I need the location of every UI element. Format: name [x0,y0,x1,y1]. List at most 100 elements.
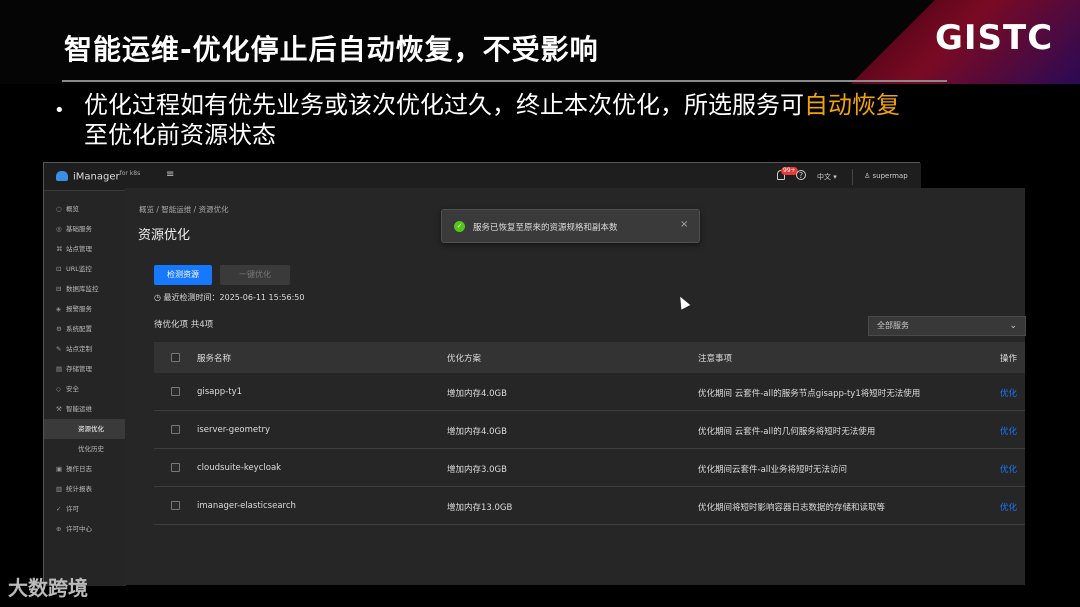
sidebar-icon: ⊡ [56,265,62,273]
pending-count: 待优化项 共4项 [154,320,214,330]
sidebar-icon: ⚒ [56,405,62,413]
sidebar-item[interactable]: ○ 概览 [44,199,126,219]
sidebar-item-label: 资源优化 [78,425,104,433]
sidebar-item[interactable]: ◈ 报警服务 [44,299,126,319]
note-cell: 优化期间云套件-all业务将短时无法访问 [698,465,848,475]
title-divider [62,80,947,82]
sidebar-item[interactable]: ⌘ 站点管理 [44,239,126,259]
sidebar-icon: ⌘ [56,245,63,253]
sidebar-item-label: 数据库监控 [66,285,99,293]
table-row: imanager-elasticsearch 增加内存13.0GB 优化期间将短时影… [154,487,1025,525]
note-cell: 优化期间 云套件-all的服务节点gisapp-ty1将短时无法使用 [698,389,921,399]
sidebar-item[interactable]: ▤ 存储管理 [44,359,126,379]
row-checkbox[interactable] [171,425,180,434]
service-name-cell: imanager-elasticsearch [197,501,296,511]
optimize-link[interactable]: 优化 [1000,463,1017,475]
app-name: iManagerfor k8s [73,170,141,183]
sidebar-item[interactable]: ✎ 站点定制 [44,339,126,359]
help-icon[interactable]: ? [796,170,806,180]
bullet-text: 优化过程如有优先业务或该次优化过久，终止本次优化，所选服务可自动恢复至优化前资源… [84,90,1044,150]
optimize-link[interactable]: 优化 [1000,387,1017,399]
sidebar-item-label: 智能运维 [66,405,92,413]
sidebar-icon: ✓ [56,505,62,513]
sidebar-item[interactable]: ⊕ 许可中心 [44,519,126,539]
sidebar-icon: ⊕ [56,525,62,533]
sidebar-item-label: 操作日志 [66,465,92,473]
sidebar-icon: ▥ [56,485,63,493]
sidebar-item[interactable]: ⚙ 系统配置 [44,319,126,339]
sidebar-item-label: 基础服务 [66,225,92,233]
sidebar-icon: ⊟ [56,285,62,293]
sidebar-item[interactable]: ▣ 操作日志 [44,459,126,479]
sidebar-item-label: 站点定制 [66,345,92,353]
table-row: gisapp-ty1 增加内存4.0GB 优化期间 云套件-all的服务节点gisa… [154,373,1025,411]
sidebar-item-label: 许可中心 [66,525,92,533]
row-checkbox[interactable] [171,463,180,472]
sidebar-item-label: 安全 [66,385,79,393]
top-bar: iManagerfor k8s ≡ 99+ ? 中文 ▾ ♙ supermap [44,163,921,191]
sidebar-icon: ✎ [56,345,62,353]
header-plan: 优化方案 [447,354,482,364]
sidebar-item-label: 存储管理 [66,365,92,373]
check-circle-icon: ✓ [454,221,465,232]
sidebar-item[interactable]: ⊟ 数据库监控 [44,279,126,299]
bullet-tail: 至优化前资源状态 [84,121,276,149]
select-all-checkbox[interactable] [171,353,180,362]
sidebar-item-label: 许可 [66,505,79,513]
optimize-link[interactable]: 优化 [1000,425,1017,437]
sidebar-item[interactable]: ◎ 基础服务 [44,219,126,239]
sidebar-item[interactable]: ✓ 许可 [44,499,126,519]
menu-toggle-icon[interactable]: ≡ [166,169,174,180]
sidebar-icon: ▤ [56,365,63,373]
bullet-normal: 优化过程如有优先业务或该次优化过久，终止本次优化，所选服务可 [84,91,804,119]
detect-resource-button[interactable]: 检测资源 [154,265,212,285]
sidebar-item-label: 报警服务 [66,305,92,313]
optimization-table: 服务名称 优化方案 注意事项 操作 gisapp-ty1 增加内存4.0GB 优化期… [154,342,1025,525]
plan-cell: 增加内存4.0GB [447,389,507,399]
service-name-cell: iserver-geometry [197,425,270,435]
one-click-optimize-button[interactable]: 一键优化 [220,265,290,285]
bullet-highlight: 自动恢复 [804,91,900,119]
header-service-name: 服务名称 [197,354,232,364]
sidebar-item[interactable]: ◇ 安全 [44,379,126,399]
gistc-logo: GISTC [935,18,1054,58]
language-select[interactable]: 中文 ▾ [817,172,837,182]
plan-cell: 增加内存4.0GB [447,427,507,437]
plan-cell: 增加内存3.0GB [447,465,507,475]
service-name-cell: gisapp-ty1 [197,387,243,397]
sidebar-icon: ○ [56,205,62,213]
sidebar-icon: ◇ [56,385,61,393]
table-row: iserver-geometry 增加内存4.0GB 优化期间 云套件-all的几何… [154,411,1025,449]
top-separator [852,169,853,185]
slide-title: 智能运维-优化停止后自动恢复，不受影响 [64,33,599,66]
service-name-cell: cloudsuite-keycloak [197,463,282,473]
optimize-link[interactable]: 优化 [1000,501,1017,513]
close-icon[interactable]: × [680,219,688,230]
sidebar-item[interactable]: ▥ 统计报表 [44,479,126,499]
service-filter-select[interactable]: 全部服务 ⌄ [868,316,1026,336]
note-cell: 优化期间将短时影响容器日志数据的存储和读取等 [698,503,886,513]
sidebar-item[interactable]: 资源优化 [44,419,126,439]
header-action: 操作 [1000,354,1018,364]
watermark: 大数跨境 [8,576,88,600]
plan-cell: 增加内存13.0GB [447,503,513,513]
sidebar: ○ 概览 ◎ 基础服务 ⌘ 站点管理 ⊡ URL监控 ⊟ 数据库监控 ◈ 报警服务 ⚙ 系统配置 ✎ 站点定制… [44,191,126,586]
sidebar-item[interactable]: ⊡ URL监控 [44,259,126,279]
sidebar-icon: ▣ [56,465,63,473]
row-checkbox[interactable] [171,387,180,396]
sidebar-item[interactable]: 优化历史 [44,439,126,459]
table-header: 服务名称 优化方案 注意事项 操作 [154,342,1025,373]
sidebar-item[interactable]: ⚒ 智能运维 [44,399,126,419]
table-row: cloudsuite-keycloak 增加内存3.0GB 优化期间云套件-all业… [154,449,1025,487]
sidebar-item-label: 概览 [66,205,79,213]
sidebar-icon: ⚙ [56,325,62,333]
user-menu[interactable]: ♙ supermap [864,172,908,180]
breadcrumb: 概览 / 智能运维 / 资源优化 [139,205,229,214]
sidebar-icon: ◈ [56,305,61,313]
sidebar-icon: ◎ [56,225,62,233]
sidebar-item-label: 系统配置 [66,325,92,333]
row-checkbox[interactable] [171,501,180,510]
toast-message: 服务已恢复至原来的资源规格和副本数 [473,223,618,233]
sidebar-item-label: 统计报表 [66,485,92,493]
slide: 智能运维-优化停止后自动恢复，不受影响 GISTC • 优化过程如有优先业务或该… [0,0,1080,607]
